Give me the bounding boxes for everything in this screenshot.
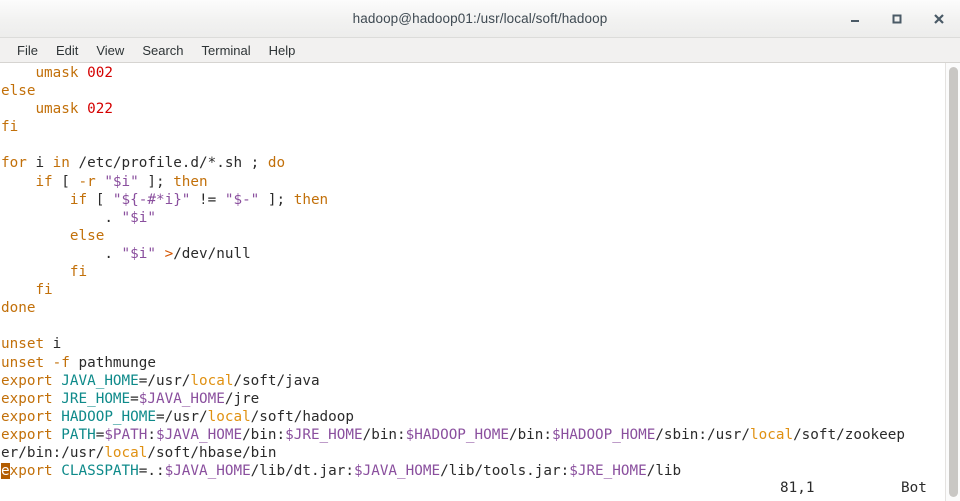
maximize-icon (890, 12, 904, 26)
terminal-line: . "$i" (104, 209, 156, 226)
minimize-icon (848, 12, 862, 26)
menu-item-help[interactable]: Help (260, 40, 305, 61)
terminal-line: export HADOOP_HOME=/usr/local/soft/hadoo… (1, 408, 354, 425)
vim-buffer: umask 002 else umask 022 fi for i in /etc/… (0, 64, 945, 480)
terminal-line: export JAVA_HOME=/usr/local/soft/java (1, 372, 320, 389)
cursor-position: 81,1 (780, 480, 815, 496)
terminal-line: fi (35, 282, 53, 299)
terminal-line: else (1, 83, 36, 100)
menu-item-view[interactable]: View (87, 40, 133, 61)
scrollbar-thumb[interactable] (949, 67, 958, 497)
menu-item-edit[interactable]: Edit (47, 40, 87, 61)
terminal-line: if [ "${-#*i}" != "$-" ]; then (69, 191, 329, 208)
vim-status-line: 81,1 Bot (0, 479, 945, 501)
minimize-button[interactable] (844, 8, 866, 30)
terminal-line: export CLASSPATH=.:$JAVA_HOME/lib/dt.jar… (1, 463, 682, 480)
menu-item-file[interactable]: File (8, 40, 47, 61)
menu-item-search[interactable]: Search (133, 40, 192, 61)
vertical-scrollbar[interactable] (945, 63, 960, 501)
close-button[interactable] (928, 8, 950, 30)
title-bar: hadoop@hadoop01:/usr/local/soft/hadoop (0, 0, 960, 38)
terminal-line: unset -f pathmunge (1, 354, 156, 371)
terminal-screen[interactable]: umask 002 else umask 022 fi for i in /etc/… (0, 63, 945, 501)
maximize-button[interactable] (886, 8, 908, 30)
terminal-line: . "$i" >/dev/null (104, 245, 251, 262)
close-icon (932, 12, 946, 26)
terminal-line: if [ -r "$i" ]; then (35, 173, 208, 190)
terminal-body: umask 002 else umask 022 fi for i in /etc/… (0, 63, 960, 501)
terminal-line: export JRE_HOME=$JAVA_HOME/jre (1, 390, 260, 407)
terminal-line: er/bin:/usr/local/soft/hbase/bin (1, 444, 277, 461)
window-title: hadoop@hadoop01:/usr/local/soft/hadoop (352, 11, 608, 26)
window-controls (844, 0, 950, 37)
terminal-window: hadoop@hadoop01:/usr/local/soft/hadoop F… (0, 0, 960, 501)
terminal-line: umask 002 (35, 65, 113, 81)
terminal-line: done (1, 300, 36, 317)
menu-item-terminal[interactable]: Terminal (193, 40, 260, 61)
menu-bar: File Edit View Search Terminal Help (0, 38, 960, 63)
terminal-line: fi (1, 119, 19, 136)
terminal-line: else (69, 227, 105, 244)
terminal-line: export PATH=$PATH:$JAVA_HOME/bin:$JRE_HO… (1, 426, 905, 443)
scroll-indicator: Bot (901, 480, 927, 496)
terminal-line: unset i (1, 336, 62, 353)
terminal-line: for i in /etc/profile.d/*.sh ; do (1, 155, 286, 172)
terminal-line: fi (69, 264, 88, 281)
terminal-line: umask 022 (35, 101, 113, 118)
